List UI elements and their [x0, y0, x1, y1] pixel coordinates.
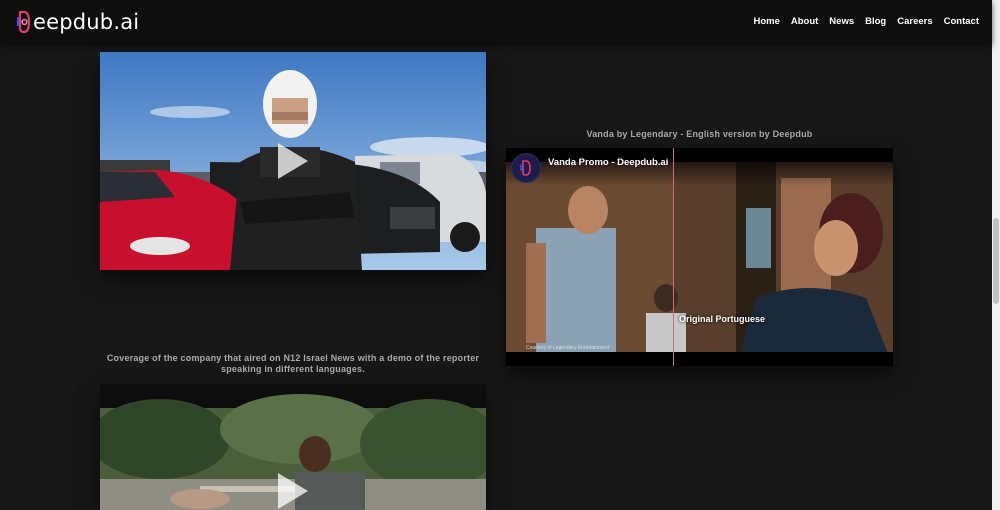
nav-careers[interactable]: Careers [897, 16, 932, 27]
page: eepdub.ai Home About News Blog Careers C… [0, 0, 1000, 510]
language-overlay-label: Original Portuguese [679, 314, 766, 324]
play-icon[interactable] [278, 143, 308, 179]
n12-caption: Coverage of the company that aired on N1… [106, 353, 480, 374]
nav-about[interactable]: About [791, 16, 818, 27]
racer-video-player[interactable] [100, 52, 486, 270]
site-header: eepdub.ai Home About News Blog Careers C… [0, 0, 992, 44]
main-nav: Home About News Blog Careers Contact [742, 16, 979, 27]
video-title[interactable]: Vanda Promo - Deepdub.ai [548, 157, 668, 168]
vanda-video-player[interactable]: Vanda Promo - Deepdub.ai Original Portug… [506, 148, 893, 366]
channel-avatar[interactable] [511, 153, 541, 183]
park-video-player[interactable] [100, 384, 486, 510]
vanda-caption: Vanda by Legendary - English version by … [586, 129, 813, 139]
deepdub-avatar-icon [520, 160, 531, 176]
page-scrollbar[interactable] [992, 0, 1000, 510]
nav-home[interactable]: Home [753, 16, 779, 27]
nav-blog[interactable]: Blog [865, 16, 886, 27]
deepdub-logo[interactable]: eepdub.ai [16, 9, 139, 35]
nav-contact[interactable]: Contact [944, 16, 979, 27]
play-icon[interactable] [278, 473, 308, 509]
nav-news[interactable]: News [829, 16, 854, 27]
deepdub-logo-icon [16, 10, 31, 34]
logo-text: eepdub.ai [33, 10, 140, 34]
scrollbar-thumb[interactable] [993, 218, 999, 304]
split-divider [673, 148, 674, 366]
courtesy-text: Courtesy of Legendary Entertainment [526, 345, 610, 351]
